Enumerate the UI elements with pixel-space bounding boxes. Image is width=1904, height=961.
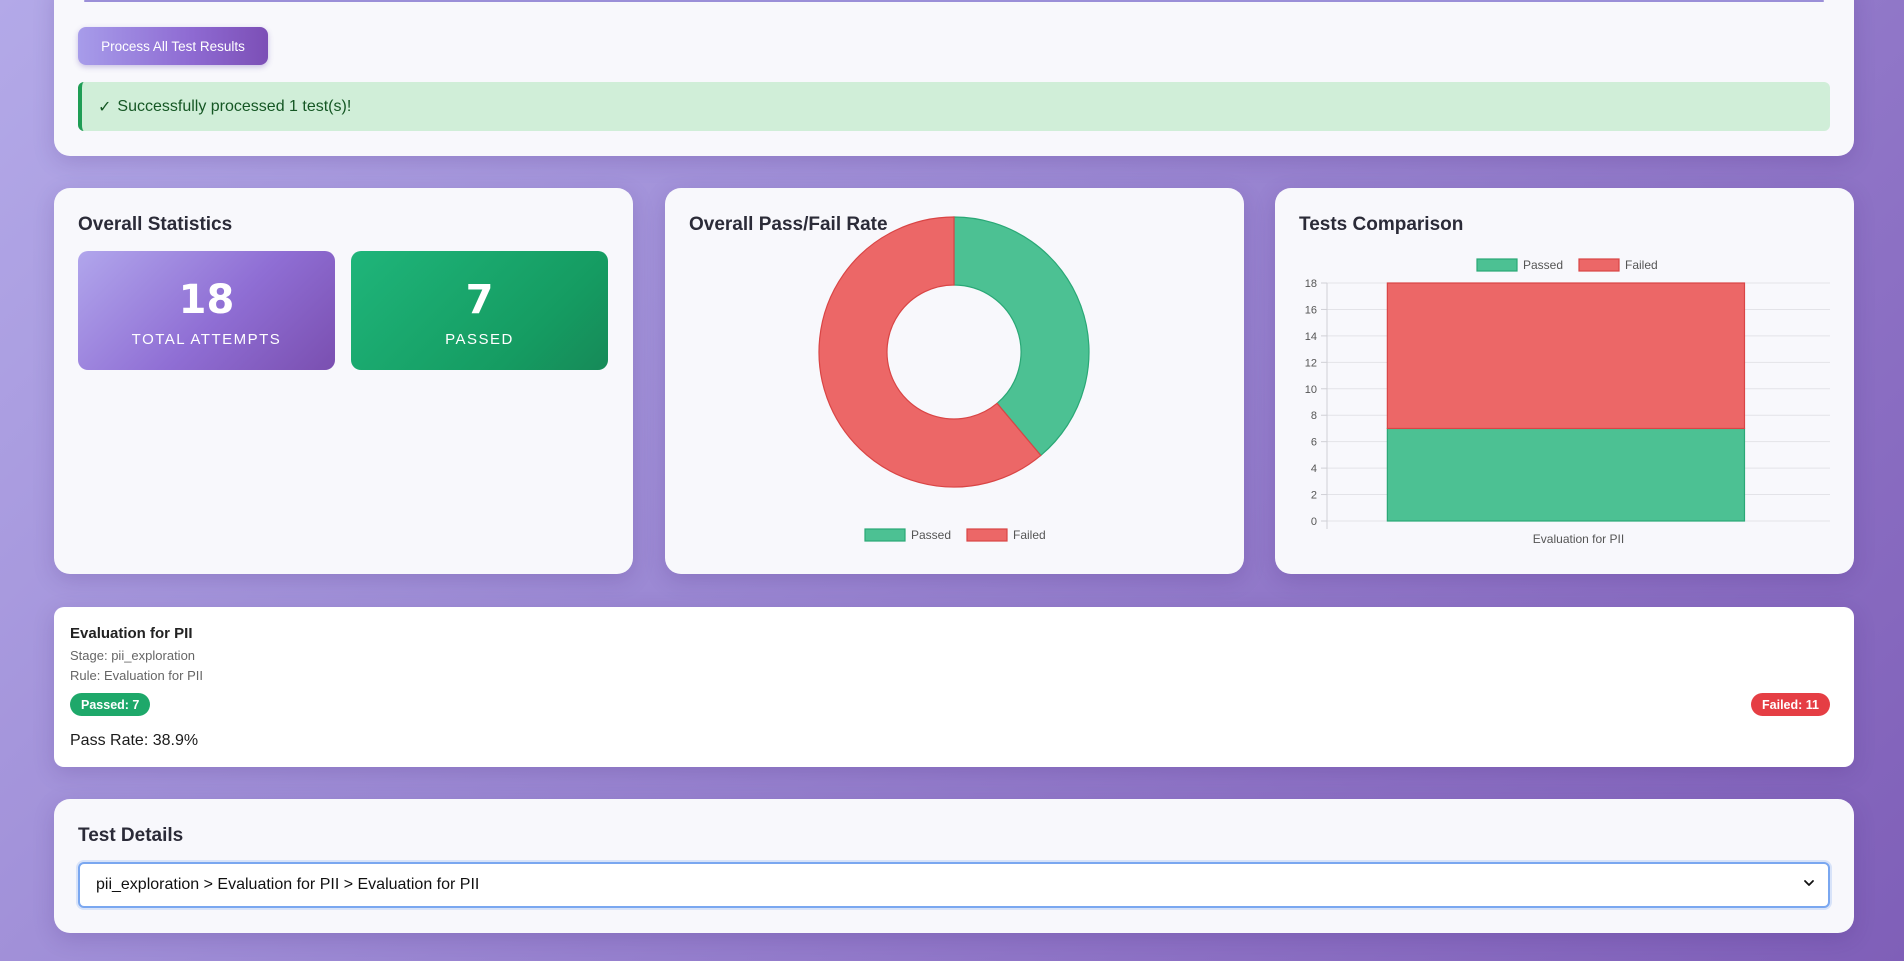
y-tick-label: 12 [1305, 357, 1317, 369]
passed-badge: Passed: 7 [70, 693, 151, 716]
passed-value: 7 [465, 277, 494, 323]
y-tick-label: 14 [1305, 331, 1317, 343]
test-select-value: pii_exploration > Evaluation for PII > E… [96, 876, 480, 893]
check-icon: ✓ [98, 98, 112, 116]
process-all-button[interactable]: Process All Test Results [78, 27, 268, 65]
legend-item-passed[interactable]: Passed [864, 528, 951, 542]
pass-fail-rate-card: Overall Pass/Fail Rate Passed Failed [665, 188, 1244, 574]
test-details-card: Test Details pii_exploration > Evaluatio… [54, 799, 1854, 933]
legend-item-passed[interactable]: Passed [1476, 258, 1563, 272]
success-message: Successfully processed 1 test(s)! [117, 97, 352, 115]
legend-item-failed[interactable]: Failed [1578, 258, 1658, 272]
legend-label: Failed [1625, 258, 1658, 272]
x-tick-label: Evaluation for PII [1533, 532, 1624, 546]
chevron-down-icon [1804, 880, 1814, 886]
y-tick-label: 16 [1305, 304, 1317, 316]
y-tick-label: 18 [1305, 278, 1317, 290]
test-rule: Rule: Evaluation for PII [70, 668, 203, 683]
failed-badge: Failed: 11 [1751, 693, 1830, 716]
divider [84, 0, 1824, 2]
legend-swatch [966, 528, 1008, 542]
passed-label: PASSED [445, 331, 514, 348]
y-tick-label: 10 [1305, 384, 1317, 396]
total-attempts-label: TOTAL ATTEMPTS [131, 331, 282, 348]
test-details-title: Test Details [78, 825, 184, 846]
total-attempts-value: 18 [178, 277, 235, 323]
y-tick-label: 4 [1311, 463, 1317, 475]
y-tick-label: 8 [1311, 410, 1317, 422]
legend-label: Passed [911, 528, 951, 542]
test-summary-card: Evaluation for PII Stage: pii_exploratio… [54, 607, 1854, 767]
tests-comparison-card: Tests Comparison 0 2 4 6 8 10 12 14 16 18 Evaluati… [1275, 188, 1854, 574]
pass-rate: Pass Rate: 38.9% [70, 732, 199, 749]
legend-label: Passed [1523, 258, 1563, 272]
overall-statistics-title: Overall Statistics [78, 214, 233, 235]
legend-swatch [1578, 258, 1620, 272]
tests-comparison-bar-chart: 0 2 4 6 8 10 12 14 16 18 Evaluation for PII Passed F… [1305, 258, 1830, 546]
bar-failed[interactable] [1386, 282, 1746, 430]
success-alert: ✓ Successfully processed 1 test(s)! [78, 82, 1830, 131]
passed-tile: 7 PASSED [351, 251, 608, 370]
test-stage: Stage: pii_exploration [70, 648, 196, 663]
overall-statistics-card: Overall Statistics 18 TOTAL ATTEMPTS 7 P… [54, 188, 633, 574]
test-select[interactable]: pii_exploration > Evaluation for PII > E… [78, 862, 1830, 908]
processing-panel: Process All Test Results ✓ Successfully … [54, 0, 1854, 156]
y-tick-label: 6 [1311, 437, 1317, 449]
bar-passed[interactable] [1386, 427, 1746, 522]
legend-swatch [1476, 258, 1518, 272]
legend-item-failed[interactable]: Failed [966, 528, 1046, 542]
test-summary-title: Evaluation for PII [70, 625, 193, 642]
legend-label: Failed [1013, 528, 1046, 542]
y-tick-label: 2 [1311, 490, 1317, 502]
legend-swatch [864, 528, 906, 542]
y-tick-label: 0 [1311, 516, 1317, 528]
total-attempts-tile: 18 TOTAL ATTEMPTS [78, 251, 335, 370]
pass-fail-donut-chart: Passed Failed [818, 216, 1090, 542]
